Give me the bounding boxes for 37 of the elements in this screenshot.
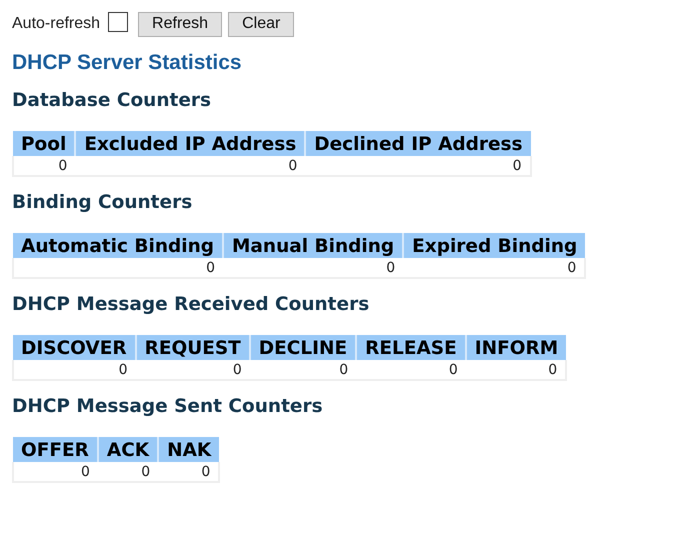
table-cell: 0 bbox=[466, 360, 566, 380]
column-header: Declined IP Address bbox=[305, 131, 531, 156]
table-cell: 0 bbox=[13, 462, 98, 482]
table-cell: 0 bbox=[250, 360, 356, 380]
section-heading: DHCP Message Received Counters bbox=[12, 294, 370, 315]
auto-refresh-label: Auto-refresh bbox=[12, 15, 100, 33]
column-header: NAK bbox=[158, 437, 220, 462]
table-cell: 0 bbox=[223, 258, 404, 278]
table-cell: 0 bbox=[136, 360, 250, 380]
page-title: DHCP Server Statistics bbox=[12, 51, 243, 75]
column-header: OFFER bbox=[13, 437, 98, 462]
column-header: ACK bbox=[98, 437, 158, 462]
table-cell: 0 bbox=[305, 156, 531, 176]
toolbar-button[interactable]: Refresh bbox=[138, 12, 222, 36]
table-cell: 0 bbox=[75, 156, 306, 176]
table-cell: 0 bbox=[98, 462, 158, 482]
section-heading: Binding Counters bbox=[12, 192, 194, 213]
table-cell: 0 bbox=[356, 360, 466, 380]
table-cell: 0 bbox=[13, 360, 136, 380]
column-header: REQUEST bbox=[136, 335, 250, 360]
column-header: DECLINE bbox=[250, 335, 356, 360]
column-header: INFORM bbox=[466, 335, 566, 360]
section-heading: DHCP Message Sent Counters bbox=[12, 396, 324, 417]
column-header: Pool bbox=[13, 131, 76, 156]
table-cell: 0 bbox=[13, 156, 76, 176]
auto-refresh-checkbox[interactable] bbox=[108, 12, 128, 32]
column-header: DISCOVER bbox=[13, 335, 136, 360]
column-header: RELEASE bbox=[356, 335, 466, 360]
table-cell: 0 bbox=[13, 258, 224, 278]
section-heading: Database Counters bbox=[12, 90, 212, 111]
column-header: Excluded IP Address bbox=[75, 131, 306, 156]
column-header: Expired Binding bbox=[403, 233, 586, 258]
table-cell: 0 bbox=[158, 462, 220, 482]
table-cell: 0 bbox=[403, 258, 586, 278]
toolbar-button[interactable]: Clear bbox=[228, 12, 294, 36]
column-header: Manual Binding bbox=[223, 233, 404, 258]
column-header: Automatic Binding bbox=[13, 233, 224, 258]
